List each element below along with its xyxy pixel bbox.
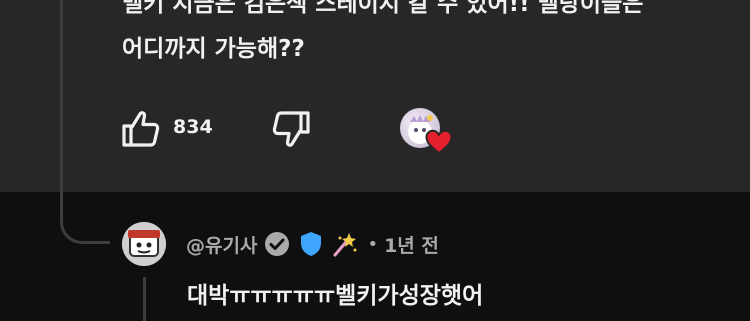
reply-author[interactable]: @유기사 <box>186 231 257 258</box>
like-button[interactable] <box>118 105 166 153</box>
verified-check-icon <box>265 232 290 256</box>
reply-avatar-art <box>122 222 166 266</box>
reply-header: @유기사 • 1년 전 <box>186 226 439 262</box>
reply-separator: • <box>367 233 379 255</box>
reply-connector <box>60 200 110 244</box>
comment-text: 벨키 지금은 검은색 스테이지 갈 수 있어!! 벨탕이들은 어디까지 가능해?… <box>122 0 644 62</box>
reply-timestamp[interactable]: 1년 전 <box>384 231 439 258</box>
thumb-down-icon <box>272 111 310 147</box>
reply-avatar[interactable] <box>122 222 166 266</box>
creator-heart[interactable] <box>398 105 460 157</box>
reply-text: 대박ㅠㅠㅠㅠㅠ벨키가성장햇어 <box>187 283 484 309</box>
comments-view: 벨키 지금은 검은색 스테이지 갈 수 있어!! 벨탕이들은 어디까지 가능해?… <box>0 0 750 321</box>
blue-shield-badge-icon <box>301 232 322 256</box>
heart-icon <box>425 129 453 155</box>
sparkle-wand-emoji-icon <box>333 233 357 257</box>
like-count: 834 <box>173 116 213 138</box>
dislike-button[interactable] <box>266 105 314 153</box>
reply-thread-line <box>143 277 146 321</box>
thumb-up-icon <box>122 111 160 147</box>
thread-line <box>60 0 63 192</box>
